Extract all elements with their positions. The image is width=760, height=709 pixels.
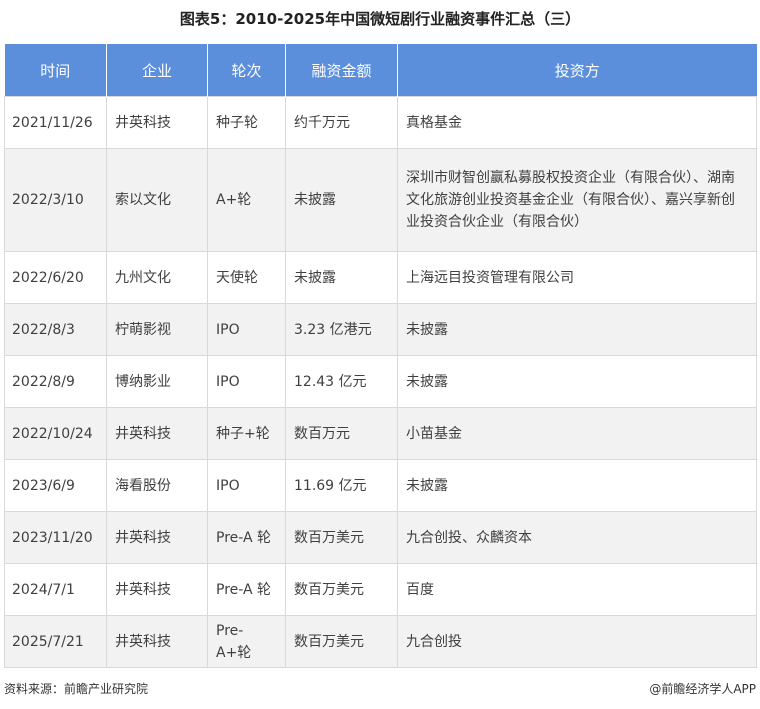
header-amount: 融资金额 bbox=[285, 44, 398, 97]
cell-company: 井英科技 bbox=[106, 96, 208, 149]
cell-company: 九州文化 bbox=[106, 251, 208, 304]
cell-time: 2024/7/1 bbox=[4, 563, 107, 616]
table-row: 2021/11/26 井英科技 种子轮 约千万元 真格基金 bbox=[4, 96, 757, 149]
cell-round: Pre-A 轮 bbox=[207, 511, 286, 564]
cell-time: 2022/8/3 bbox=[4, 303, 107, 356]
cell-time: 2022/10/24 bbox=[4, 407, 107, 460]
cell-round: IPO bbox=[207, 355, 286, 408]
cell-time: 2023/11/20 bbox=[4, 511, 107, 564]
cell-company: 海看股份 bbox=[106, 459, 208, 512]
table-row: 2022/8/9 博纳影业 IPO 12.43 亿元 未披露 bbox=[4, 355, 757, 408]
cell-round: Pre-A 轮 bbox=[207, 563, 286, 616]
cell-company: 柠萌影视 bbox=[106, 303, 208, 356]
cell-round: 种子+轮 bbox=[207, 407, 286, 460]
cell-time: 2023/6/9 bbox=[4, 459, 107, 512]
cell-round: 种子轮 bbox=[207, 96, 286, 149]
cell-investors: 未披露 bbox=[397, 303, 757, 356]
cell-time: 2021/11/26 bbox=[4, 96, 107, 149]
cell-investors: 九合创投、众麟资本 bbox=[397, 511, 757, 564]
cell-time: 2022/8/9 bbox=[4, 355, 107, 408]
cell-amount: 12.43 亿元 bbox=[285, 355, 398, 408]
cell-amount: 未披露 bbox=[285, 251, 398, 304]
cell-investors: 上海远目投资管理有限公司 bbox=[397, 251, 757, 304]
table-row: 2023/6/9 海看股份 IPO 11.69 亿元 未披露 bbox=[4, 459, 757, 512]
cell-company: 井英科技 bbox=[106, 563, 208, 616]
cell-company: 索以文化 bbox=[106, 148, 208, 252]
source-note: 资料来源：前瞻产业研究院 bbox=[4, 682, 149, 696]
table-row: 2025/7/21 井英科技 Pre-A+轮 数百万美元 九合创投 bbox=[4, 615, 757, 668]
cell-investors: 小苗基金 bbox=[397, 407, 757, 460]
header-investors: 投资方 bbox=[397, 44, 757, 97]
financing-table: 时间 企业 轮次 融资金额 投资方 2021/11/26 井英科技 种子轮 约千… bbox=[4, 44, 757, 668]
cell-amount: 约千万元 bbox=[285, 96, 398, 149]
cell-amount: 3.23 亿港元 bbox=[285, 303, 398, 356]
cell-time: 2022/3/10 bbox=[4, 148, 107, 252]
cell-investors: 真格基金 bbox=[397, 96, 757, 149]
page-title: 图表5：2010-2025年中国微短剧行业融资事件汇总（三） bbox=[179, 10, 581, 28]
cell-company: 井英科技 bbox=[106, 511, 208, 564]
cell-amount: 数百万元 bbox=[285, 407, 398, 460]
brand-credit: @前瞻经济学人APP bbox=[649, 682, 756, 696]
cell-amount: 数百万美元 bbox=[285, 615, 398, 668]
cell-company: 井英科技 bbox=[106, 615, 208, 668]
header-round: 轮次 bbox=[207, 44, 286, 97]
header-time: 时间 bbox=[4, 44, 107, 97]
cell-investors: 百度 bbox=[397, 563, 757, 616]
cell-investors: 九合创投 bbox=[397, 615, 757, 668]
cell-company: 井英科技 bbox=[106, 407, 208, 460]
table-row: 2022/10/24 井英科技 种子+轮 数百万元 小苗基金 bbox=[4, 407, 757, 460]
cell-investors: 深圳市财智创赢私募股权投资企业（有限合伙）、湖南文化旅游创业投资基金企业（有限合… bbox=[397, 148, 757, 252]
cell-amount: 数百万美元 bbox=[285, 563, 398, 616]
cell-amount: 11.69 亿元 bbox=[285, 459, 398, 512]
table-row: 2024/7/1 井英科技 Pre-A 轮 数百万美元 百度 bbox=[4, 563, 757, 616]
cell-investors: 未披露 bbox=[397, 355, 757, 408]
cell-investors: 未披露 bbox=[397, 459, 757, 512]
table-row: 2022/8/3 柠萌影视 IPO 3.23 亿港元 未披露 bbox=[4, 303, 757, 356]
cell-time: 2022/6/20 bbox=[4, 251, 107, 304]
cell-round: IPO bbox=[207, 459, 286, 512]
header-company: 企业 bbox=[106, 44, 208, 97]
cell-amount: 未披露 bbox=[285, 148, 398, 252]
cell-company: 博纳影业 bbox=[106, 355, 208, 408]
cell-round: Pre-A+轮 bbox=[207, 615, 286, 668]
cell-round: 天使轮 bbox=[207, 251, 286, 304]
cell-amount: 数百万美元 bbox=[285, 511, 398, 564]
table-row: 2023/11/20 井英科技 Pre-A 轮 数百万美元 九合创投、众麟资本 bbox=[4, 511, 757, 564]
table-header-row: 时间 企业 轮次 融资金额 投资方 bbox=[4, 44, 757, 97]
table-row: 2022/3/10 索以文化 A+轮 未披露 深圳市财智创赢私募股权投资企业（有… bbox=[4, 148, 757, 252]
cell-time: 2025/7/21 bbox=[4, 615, 107, 668]
table-row: 2022/6/20 九州文化 天使轮 未披露 上海远目投资管理有限公司 bbox=[4, 251, 757, 304]
cell-round: A+轮 bbox=[207, 148, 286, 252]
cell-round: IPO bbox=[207, 303, 286, 356]
